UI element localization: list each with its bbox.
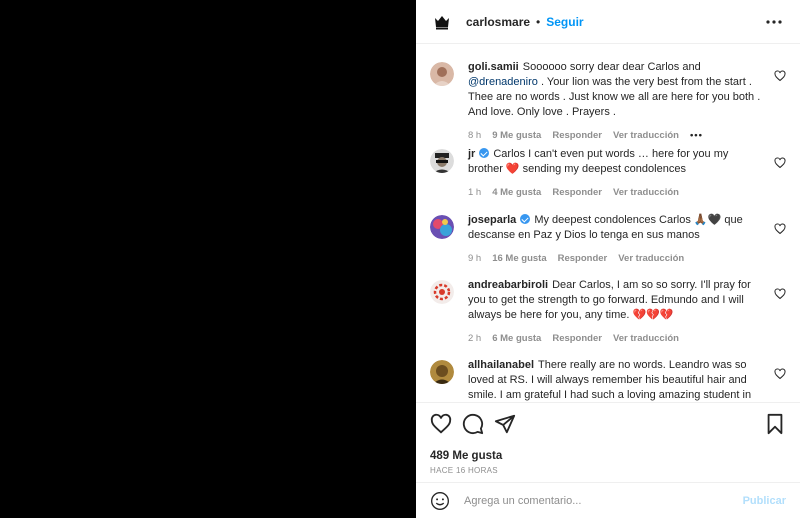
comment-likes[interactable]: 9 Me gusta xyxy=(492,130,541,141)
commenter-avatar[interactable] xyxy=(430,360,454,384)
add-comment-bar: Publicar xyxy=(416,482,800,518)
reply-button[interactable]: Responder xyxy=(558,253,608,264)
action-icons-row xyxy=(430,413,786,435)
more-options-icon[interactable] xyxy=(762,10,786,34)
comment-time[interactable]: 1 h xyxy=(468,187,481,198)
comment-item: jr Carlos I can't even put words … here f… xyxy=(430,147,786,213)
comment-time[interactable]: 8 h xyxy=(468,130,481,141)
header-separator: • xyxy=(536,14,541,29)
reply-button[interactable]: Responder xyxy=(552,187,602,198)
comment-mention-link[interactable]: @drenadeniro xyxy=(468,76,538,88)
post-media[interactable] xyxy=(0,0,416,518)
translate-button[interactable]: Ver traducción xyxy=(613,333,679,344)
comment-likes[interactable]: 4 Me gusta xyxy=(492,187,541,198)
share-icon[interactable] xyxy=(494,413,516,435)
comment-likes[interactable]: 16 Me gusta xyxy=(492,253,546,264)
commenter-avatar[interactable] xyxy=(430,149,454,173)
heart-icon[interactable] xyxy=(774,223,786,235)
post-timestamp[interactable]: HACE 16 HORAS xyxy=(430,466,786,475)
comment-text: Soooooo sorry dear dear Carlos and xyxy=(522,61,701,73)
comments-list[interactable]: goli.samii Soooooo sorry dear dear Carlos… xyxy=(416,44,800,402)
comment-meta: 2 h 6 Me gusta Responder Ver traducción xyxy=(468,333,762,344)
verified-badge-icon xyxy=(479,148,490,158)
heart-icon[interactable] xyxy=(774,70,786,82)
heart-icon[interactable] xyxy=(774,157,786,169)
post-likes-count[interactable]: 489 Me gusta xyxy=(430,450,786,462)
emoji-icon[interactable] xyxy=(430,491,450,511)
comment-text: Carlos I can't even put words … here for… xyxy=(468,148,729,175)
comment-options-button[interactable]: ••• xyxy=(690,130,703,141)
reply-button[interactable]: Responder xyxy=(552,333,602,344)
comment-username[interactable]: jr xyxy=(468,148,475,160)
follow-button[interactable]: Seguir xyxy=(546,15,583,29)
comment-item: goli.samii Soooooo sorry dear dear Carlos… xyxy=(430,60,786,147)
comment-item: joseparla My deepest condolences Carlos 🙏… xyxy=(430,213,786,278)
commenter-avatar[interactable] xyxy=(430,62,454,86)
post-actions: 489 Me gusta HACE 16 HORAS xyxy=(416,402,800,475)
translate-button[interactable]: Ver traducción xyxy=(613,130,679,141)
verified-badge-icon xyxy=(520,214,531,224)
comment-username[interactable]: joseparla xyxy=(468,214,516,226)
translate-button[interactable]: Ver traducción xyxy=(613,187,679,198)
post-panel: carlosmare • Seguir goli.samii Soooooo so… xyxy=(416,0,800,518)
commenter-avatar[interactable] xyxy=(430,280,454,304)
comment-item: allhailanabel There really are no words. … xyxy=(430,358,786,402)
comment-username[interactable]: goli.samii xyxy=(468,61,519,73)
comment-likes[interactable]: 6 Me gusta xyxy=(492,333,541,344)
commenter-avatar[interactable] xyxy=(430,215,454,239)
comment-input[interactable] xyxy=(464,494,743,507)
author-avatar[interactable] xyxy=(430,9,454,34)
post-header: carlosmare • Seguir xyxy=(416,0,800,44)
comment-meta: 1 h 4 Me gusta Responder Ver traducción xyxy=(468,187,762,198)
crown-logo-icon xyxy=(435,15,449,29)
comment-meta: 9 h 16 Me gusta Responder Ver traducción xyxy=(468,253,762,264)
publish-button[interactable]: Publicar xyxy=(743,495,786,507)
heart-icon[interactable] xyxy=(430,413,452,435)
comment-username[interactable]: allhailanabel xyxy=(468,359,534,371)
comment-meta: 8 h 9 Me gusta Responder Ver traducción … xyxy=(468,130,762,141)
comment-username[interactable]: andreabarbiroli xyxy=(468,279,548,291)
bookmark-icon[interactable] xyxy=(764,413,786,435)
comment-item: andreabarbiroli Dear Carlos, I am so so s… xyxy=(430,278,786,358)
comment-time[interactable]: 9 h xyxy=(468,253,481,264)
translate-button[interactable]: Ver traducción xyxy=(618,253,684,264)
comment-time[interactable]: 2 h xyxy=(468,333,481,344)
comment-icon[interactable] xyxy=(462,413,484,435)
author-username[interactable]: carlosmare xyxy=(466,15,530,29)
heart-icon[interactable] xyxy=(774,368,786,380)
heart-icon[interactable] xyxy=(774,288,786,300)
reply-button[interactable]: Responder xyxy=(552,130,602,141)
